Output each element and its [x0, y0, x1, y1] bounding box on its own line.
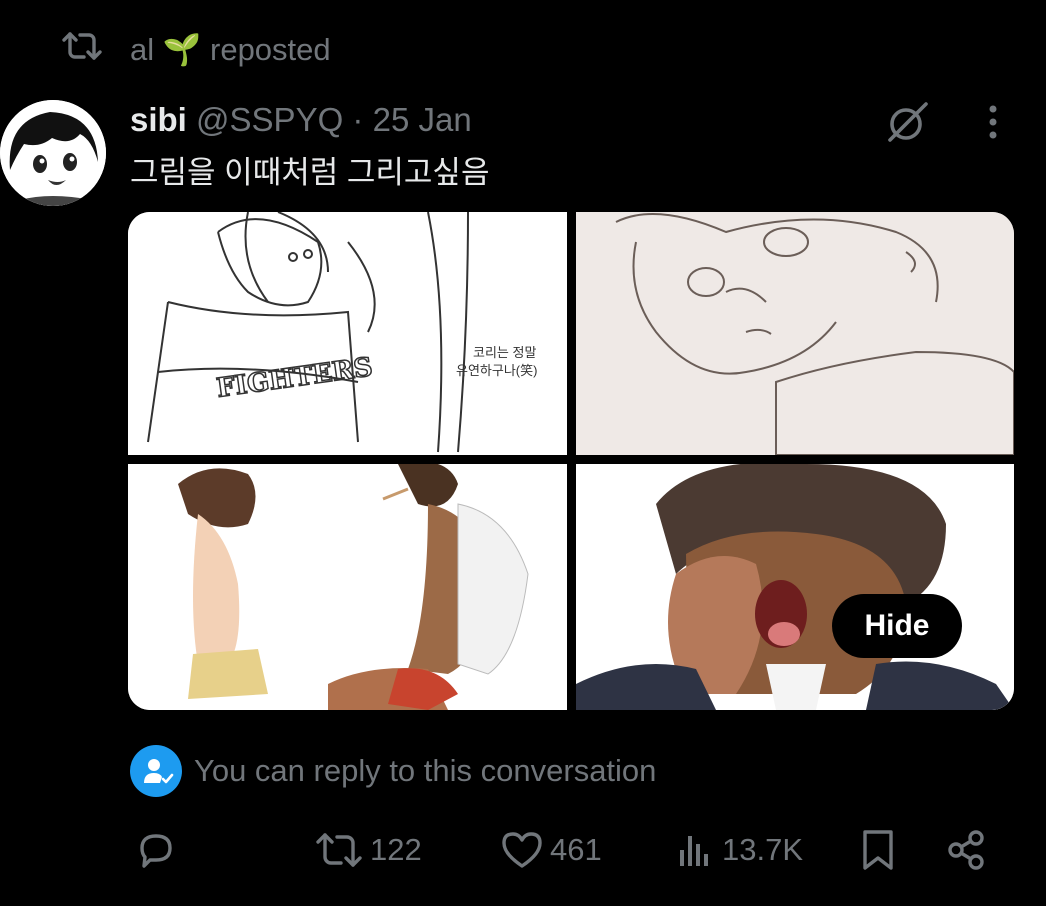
- share-icon: [944, 828, 988, 872]
- sketch-caption-2: 유연하구나(笑): [456, 363, 537, 378]
- reply-restriction-icon: [130, 745, 182, 797]
- repost-icon: [60, 30, 104, 62]
- more-icon[interactable]: [978, 102, 1008, 142]
- grok-icon[interactable]: [884, 98, 932, 146]
- sprout-emoji: 🌱: [162, 32, 202, 67]
- repost-user[interactable]: al: [130, 32, 154, 67]
- views-count: 13.7K: [722, 832, 804, 867]
- heart-icon: [500, 830, 544, 870]
- retweet-count: 122: [370, 832, 422, 867]
- tweet-date[interactable]: 25 Jan: [373, 101, 472, 138]
- reply-button[interactable]: [134, 826, 178, 874]
- separator-dot: ·: [352, 101, 364, 138]
- repost-verb: reposted: [210, 32, 331, 67]
- media-image-1[interactable]: FIGHTERS 코리는 정말 유연하구나(笑): [128, 212, 567, 455]
- bookmark-icon: [860, 828, 896, 872]
- share-button[interactable]: [944, 826, 988, 874]
- bookmark-button[interactable]: [860, 826, 896, 874]
- retweet-button[interactable]: 122: [314, 826, 422, 874]
- retweet-icon: [314, 830, 364, 870]
- views-icon: [676, 830, 716, 870]
- hide-media-button[interactable]: Hide: [832, 594, 962, 658]
- reply-restriction-text: You can reply to this conversation: [194, 753, 657, 788]
- views-button[interactable]: 13.7K: [676, 826, 803, 874]
- tweet-text: 그림을 이때처럼 그리고싶음: [130, 155, 490, 190]
- reply-icon: [134, 828, 178, 872]
- sketch-caption-1: 코리는 정말: [473, 345, 536, 360]
- like-count: 461: [550, 832, 602, 867]
- media-image-2[interactable]: [576, 212, 1014, 455]
- tweet-header: sibi @SSPYQ · 25 Jan: [130, 100, 472, 140]
- display-name[interactable]: sibi: [130, 101, 187, 138]
- media-image-4[interactable]: [576, 464, 1014, 710]
- repost-label[interactable]: al 🌱 reposted: [130, 32, 331, 68]
- like-button[interactable]: 461: [500, 826, 602, 874]
- media-image-3[interactable]: [128, 464, 567, 710]
- user-handle[interactable]: @SSPYQ: [196, 101, 343, 138]
- avatar[interactable]: [0, 100, 106, 206]
